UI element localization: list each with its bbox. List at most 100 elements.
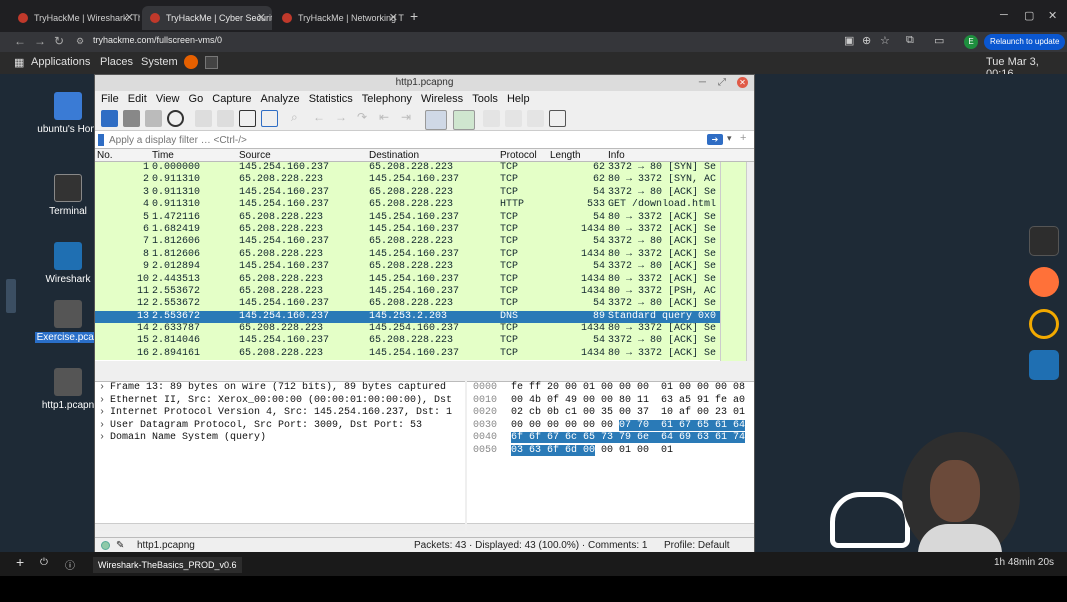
close-file-icon[interactable] [239, 110, 256, 127]
packet-row[interactable]: 11 2.553672 65.208.228.223 145.254.160.237 T… [95, 285, 754, 299]
menu-statistics[interactable]: Statistics [309, 91, 353, 107]
menu-view[interactable]: View [156, 91, 180, 107]
start-capture-icon[interactable] [101, 110, 118, 127]
detail-row[interactable]: › Frame 13: 89 bytes on wire (712 bits), … [95, 382, 465, 395]
browser-tab[interactable]: TryHackMe | Networking Traini ✕ [274, 6, 404, 30]
packet-row[interactable]: 10 2.443513 65.208.228.223 145.254.160.237 T… [95, 273, 754, 286]
site-info-icon[interactable]: ⚙ [76, 36, 84, 47]
info-icon[interactable]: ⓘ [65, 557, 75, 572]
last-packet-icon[interactable]: ⇥ [401, 110, 418, 127]
reload-file-icon[interactable] [261, 110, 278, 127]
first-packet-icon[interactable]: ⇤ [379, 110, 396, 127]
go-to-packet-icon[interactable]: ↷ [357, 110, 374, 127]
normal-size-icon[interactable] [527, 110, 544, 127]
bytes-hex[interactable]: 03 63 6f 6d 00 00 01 00 01 [511, 444, 673, 458]
packet-row[interactable]: 3 0.911310 145.254.160.237 65.208.228.223 TC… [95, 186, 754, 200]
col-destination[interactable]: Destination [369, 149, 419, 162]
cast-icon[interactable]: ▭ [934, 34, 944, 47]
detail-row[interactable]: › Internet Protocol Version 4, Src: 145.2… [95, 407, 465, 420]
open-file-icon[interactable] [195, 110, 212, 127]
packet-row[interactable]: 9 2.012894 145.254.160.237 65.208.228.223 TC… [95, 261, 754, 274]
save-file-icon[interactable] [217, 110, 234, 127]
horizontal-scrollbar[interactable] [95, 523, 465, 531]
close-icon[interactable]: ✕ [737, 77, 748, 88]
expand-arrow-icon[interactable]: › [99, 407, 110, 420]
display-filter-input[interactable] [109, 133, 709, 147]
menu-help[interactable]: Help [507, 91, 530, 107]
url-field[interactable]: tryhackme.com/fullscreen-vms/0 [93, 35, 222, 45]
power-icon[interactable]: ⏻ [40, 557, 48, 568]
reload-icon[interactable]: ↻ [54, 34, 64, 48]
restart-capture-icon[interactable] [145, 110, 162, 127]
zoom-icon[interactable]: ⊕ [862, 34, 871, 47]
close-icon[interactable]: ✕ [257, 6, 266, 30]
find-packet-icon[interactable]: ⌕ [291, 110, 308, 127]
terminal-launcher-icon[interactable] [205, 56, 218, 69]
packet-row[interactable]: 15 2.814046 145.254.160.237 65.208.228.223 T… [95, 335, 754, 348]
menu-edit[interactable]: Edit [128, 91, 147, 107]
bookmark-icon[interactable] [98, 134, 104, 146]
bytes-hex[interactable]: 00 4b 0f 49 00 00 80 11 63 a5 91 fe a0 [511, 395, 745, 408]
edit-comment-icon[interactable]: ✎ [116, 538, 124, 553]
dock-terminal-icon[interactable] [1029, 226, 1059, 256]
col-time[interactable]: Time [152, 149, 174, 162]
install-icon[interactable]: ▣ [844, 34, 854, 47]
colorize-icon[interactable] [453, 110, 475, 130]
minimize-icon[interactable]: ─ [699, 75, 706, 91]
dock-firefox-icon[interactable] [1029, 267, 1059, 297]
packet-row-selected[interactable]: 13 2.553672 145.254.160.237 145.253.2.203 DN… [95, 310, 754, 324]
packet-row[interactable]: 14 2.633787 65.208.228.223 145.254.160.237 T… [95, 323, 754, 336]
detail-row[interactable]: › Domain Name System (query) [95, 432, 465, 445]
zoom-in-icon[interactable] [483, 110, 500, 127]
autoscroll-icon[interactable] [425, 110, 447, 130]
stop-capture-icon[interactable] [123, 110, 140, 127]
side-panel-handle[interactable] [6, 279, 16, 313]
close-window-icon[interactable]: ✕ [1048, 9, 1057, 22]
add-filter-icon[interactable]: + [740, 132, 746, 144]
profile-avatar[interactable]: E [964, 35, 978, 49]
packet-row[interactable]: 4 0.911310 145.254.160.237 65.208.228.223 HT… [95, 199, 754, 212]
packet-row[interactable]: 6 1.682419 65.208.228.223 145.254.160.237 TC… [95, 223, 754, 237]
go-back-icon[interactable]: ← [313, 110, 330, 127]
detail-row[interactable]: › Ethernet II, Src: Xerox_00:00:00 (00:00… [95, 395, 465, 408]
packet-row[interactable]: 12 2.553672 145.254.160.237 65.208.228.223 T… [95, 298, 754, 311]
menu-file[interactable]: File [101, 91, 119, 107]
detail-row[interactable]: › User Datagram Protocol, Src Port: 3009,… [95, 420, 465, 433]
bytes-hex[interactable]: 6f 6f 67 6c 65 73 79 6e 64 69 63 61 74 [511, 432, 746, 445]
maximize-icon[interactable]: ⤢ [718, 75, 726, 91]
bytes-hex[interactable]: 00 00 00 00 00 00 07 70 61 67 65 61 64 [511, 419, 746, 433]
browser-tab[interactable]: TryHackMe | Wireshark: The Ba ✕ [10, 6, 140, 30]
zoom-out-icon[interactable] [505, 110, 522, 127]
forward-icon[interactable]: → [34, 34, 46, 48]
expand-arrow-icon[interactable]: › [99, 382, 110, 395]
col-source[interactable]: Source [239, 149, 271, 162]
expand-arrow-icon[interactable]: › [99, 420, 110, 433]
menu-wireless[interactable]: Wireless [421, 91, 463, 107]
resize-columns-icon[interactable] [549, 110, 566, 127]
minimize-icon[interactable]: ─ [1000, 9, 1008, 21]
menu-analyze[interactable]: Analyze [261, 91, 300, 107]
col-no[interactable]: No. [97, 149, 113, 162]
packet-minimap[interactable] [720, 162, 746, 361]
horizontal-scrollbar[interactable] [467, 523, 754, 531]
expert-info-icon[interactable] [101, 541, 110, 550]
bytes-hex[interactable]: 02 cb 0b c1 00 35 00 37 10 af 00 23 01 [511, 407, 745, 420]
packet-row[interactable]: 1 0.000000 145.254.160.237 65.208.228.223 TC… [95, 162, 754, 175]
col-info[interactable]: Info [608, 149, 625, 162]
browser-tab-active[interactable]: TryHackMe | Cyber Security Tra ✕ [142, 6, 272, 30]
apps-grid-icon[interactable]: ▦ [14, 56, 24, 69]
col-length[interactable]: Length [550, 149, 581, 162]
firefox-icon[interactable] [184, 55, 198, 69]
filter-dropdown-icon[interactable]: ▾ [727, 133, 732, 144]
menu-go[interactable]: Go [189, 91, 204, 107]
add-icon[interactable]: + [16, 554, 24, 570]
window-titlebar[interactable]: http1.pcapng ─ ⤢ ✕ [95, 75, 754, 91]
packet-row[interactable]: 5 1.472116 65.208.228.223 145.254.160.237 TC… [95, 211, 754, 224]
system-menu[interactable]: System [141, 56, 178, 68]
maximize-icon[interactable]: ▢ [1024, 9, 1034, 22]
apply-filter-icon[interactable]: ➔ [707, 134, 723, 145]
dock-burp-icon[interactable] [1029, 309, 1059, 339]
close-icon[interactable]: ✕ [389, 6, 398, 30]
expand-arrow-icon[interactable]: › [99, 395, 110, 408]
go-forward-icon[interactable]: → [335, 110, 352, 127]
